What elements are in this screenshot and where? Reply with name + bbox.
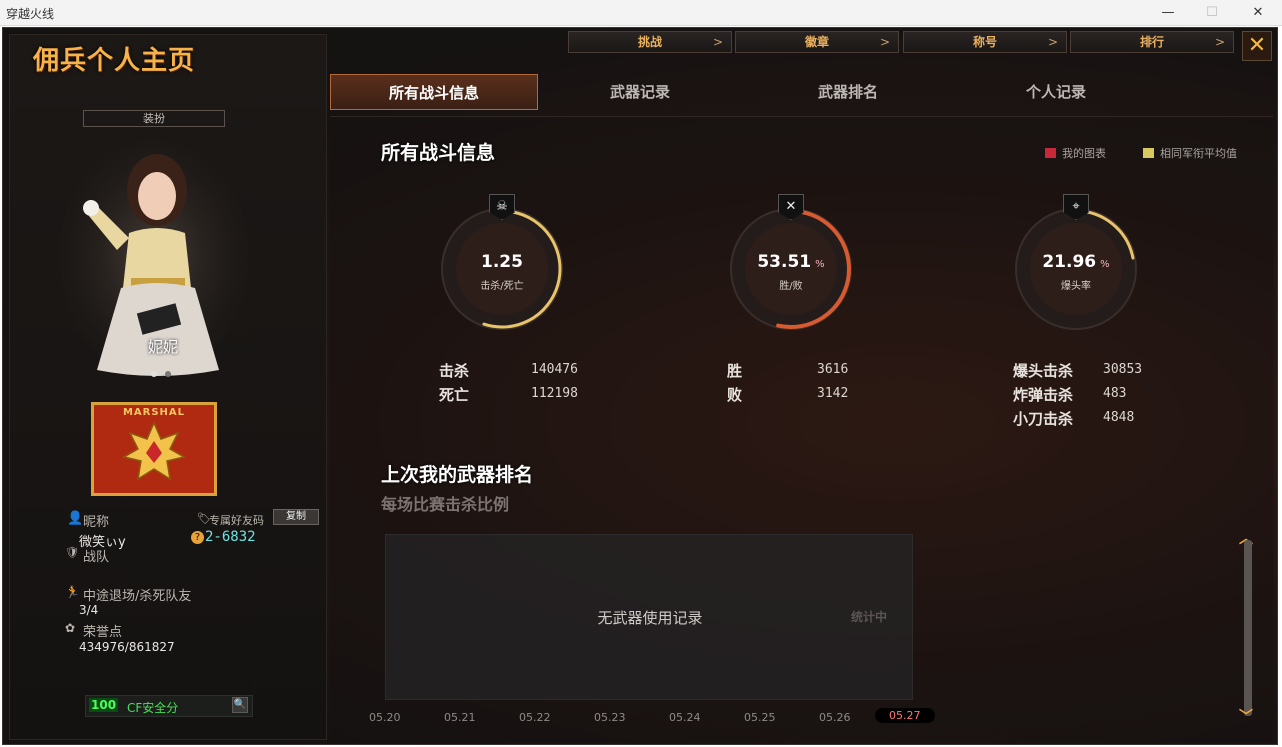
chevron-right-icon: > <box>712 35 723 49</box>
wins-value: 3616 <box>817 362 849 377</box>
gauge-value: 21.96% <box>1011 252 1141 272</box>
date-tab[interactable]: 05.23 <box>594 711 626 724</box>
top-tab-label: 称号 <box>972 35 997 49</box>
kills-label: 击杀 <box>439 362 470 380</box>
nickname-label: 昵称 <box>83 515 110 530</box>
friend-code-value: 2-6832 <box>205 529 256 545</box>
chevron-right-icon: > <box>879 35 890 49</box>
empty-message: 无武器使用记录 <box>597 609 703 627</box>
gauge-headshot: ⌖ 21.96% 爆头率 <box>1011 194 1141 334</box>
date-tab[interactable]: 05.25 <box>744 711 776 724</box>
quit-value: 3/4 <box>79 603 99 617</box>
wins-label: 胜 <box>727 362 743 380</box>
gauge-win-rate: ✕ 53.51% 胜/败 <box>726 194 856 334</box>
window-title: 穿越火线 <box>6 7 55 21</box>
top-tab-label: 排行 <box>1139 35 1164 49</box>
tab-personal-records[interactable]: 个人记录 <box>952 74 1160 110</box>
legend-average: 相同军衔平均值 <box>1143 145 1237 161</box>
date-tab[interactable]: 05.26 <box>819 711 851 724</box>
gauge-label: 胜/败 <box>779 281 803 292</box>
carousel-dot[interactable] <box>151 371 157 377</box>
top-tab-challenge[interactable]: 挑战 > <box>568 31 732 53</box>
user-icon: 👤 <box>67 511 84 526</box>
rank-badge: MARSHAL <box>91 402 217 496</box>
top-tab-label: 挑战 <box>637 35 662 49</box>
safety-label: CF安全分 <box>127 701 179 715</box>
top-tab-badge[interactable]: 徽章 > <box>735 31 899 53</box>
overview-title: 所有战斗信息 <box>381 142 496 164</box>
losses-label: 败 <box>727 386 743 404</box>
date-tab-selected[interactable]: 05.27 <box>875 708 935 723</box>
legend-swatch <box>1045 148 1056 158</box>
quit-label: 中途退场/杀死队友 <box>83 589 192 604</box>
rank-label: MARSHAL <box>122 407 186 418</box>
honor-label: 荣誉点 <box>83 625 123 640</box>
counting-note: 统计中 <box>851 610 888 624</box>
carousel-dot[interactable] <box>165 371 171 377</box>
win-rate-value: 53.51 <box>757 252 812 272</box>
page-title: 佣兵个人主页 <box>33 46 196 76</box>
weapon-chart-area: 无武器使用记录 <box>385 534 913 700</box>
legend-swatch <box>1143 148 1154 158</box>
gauge-label: 爆头率 <box>1061 281 1091 292</box>
window-close-button[interactable]: ✕ <box>1244 4 1272 22</box>
date-tab[interactable]: 05.20 <box>369 711 401 724</box>
scrollbar[interactable] <box>1244 540 1252 716</box>
losses-value: 3142 <box>817 386 849 401</box>
top-tab-label: 徽章 <box>804 35 829 49</box>
date-tab[interactable]: 05.24 <box>669 711 701 724</box>
team-icon: 🛡 <box>65 546 79 559</box>
gauge-label: 击杀/死亡 <box>480 281 524 292</box>
unit: % <box>1100 259 1110 270</box>
deaths-value: 112198 <box>531 386 578 401</box>
legend-mine-label: 我的图表 <box>1062 147 1106 160</box>
scroll-down-icon[interactable]: ﹀ <box>1239 706 1253 726</box>
safety-score: 100 <box>89 698 119 712</box>
legend-average-label: 相同军衔平均值 <box>1160 147 1237 160</box>
gauge-kd: ☠ 1.25 击杀/死亡 <box>437 194 567 334</box>
knife-kills-value: 4848 <box>1103 410 1135 425</box>
legend-mine: 我的图表 <box>1045 145 1106 161</box>
search-icon[interactable]: 🔍 <box>232 697 248 713</box>
character-name: 妮妮 <box>147 338 178 356</box>
kills-value: 140476 <box>531 362 578 377</box>
window-titlebar: 穿越火线 — ☐ ✕ <box>0 0 1282 26</box>
maximize-button[interactable]: ☐ <box>1198 4 1226 22</box>
bomb-kills-value: 483 <box>1103 386 1127 401</box>
honor-value: 434976/861827 <box>79 640 175 654</box>
chevron-right-icon: > <box>1214 35 1225 49</box>
headshot-kills-value: 30853 <box>1103 362 1143 377</box>
kd-value: 1.25 <box>481 252 523 272</box>
headshot-value: 21.96 <box>1042 252 1097 272</box>
minimize-button[interactable]: — <box>1154 4 1182 22</box>
copy-button[interactable]: 复制 <box>273 509 319 525</box>
date-tab[interactable]: 05.22 <box>519 711 551 724</box>
bomb-kills-label: 炸弹击杀 <box>1013 386 1074 404</box>
star-emblem-icon <box>121 421 187 481</box>
tab-weapon-records[interactable]: 武器记录 <box>536 74 744 110</box>
dress-button[interactable]: 装扮 <box>83 110 225 127</box>
headshot-kills-label: 爆头击杀 <box>1013 362 1074 380</box>
unit: % <box>815 259 825 270</box>
help-icon[interactable]: ? <box>191 531 204 544</box>
friend-code-label: 专属好友码 <box>209 514 264 527</box>
close-icon[interactable]: ✕ <box>1242 31 1272 61</box>
team-label: 战队 <box>83 550 110 565</box>
honor-icon: ✿ <box>65 621 76 635</box>
carousel-dots <box>151 362 179 381</box>
chevron-right-icon: > <box>1047 35 1058 49</box>
tab-weapon-ranking[interactable]: 武器排名 <box>744 74 952 110</box>
top-tab-title[interactable]: 称号 > <box>903 31 1067 53</box>
game-window: 佣兵个人主页 装扮 妮妮 MARSHAL 👤 昵称 🏷 专属好友码 复制 微笑ぃ… <box>2 27 1278 745</box>
run-icon: 🏃 <box>65 585 80 599</box>
top-tab-ranking[interactable]: 排行 > <box>1070 31 1234 53</box>
knife-kills-label: 小刀击杀 <box>1013 410 1074 428</box>
date-tab[interactable]: 05.21 <box>444 711 476 724</box>
gauge-value: 53.51% <box>726 252 856 272</box>
weapon-ranking-title: 上次我的武器排名 <box>381 464 534 486</box>
weapon-ranking-subtitle: 每场比赛击杀比例 <box>381 495 510 514</box>
deaths-label: 死亡 <box>439 386 470 404</box>
tab-all-battle-info[interactable]: 所有战斗信息 <box>330 74 538 110</box>
gauge-value: 1.25 <box>437 252 567 272</box>
